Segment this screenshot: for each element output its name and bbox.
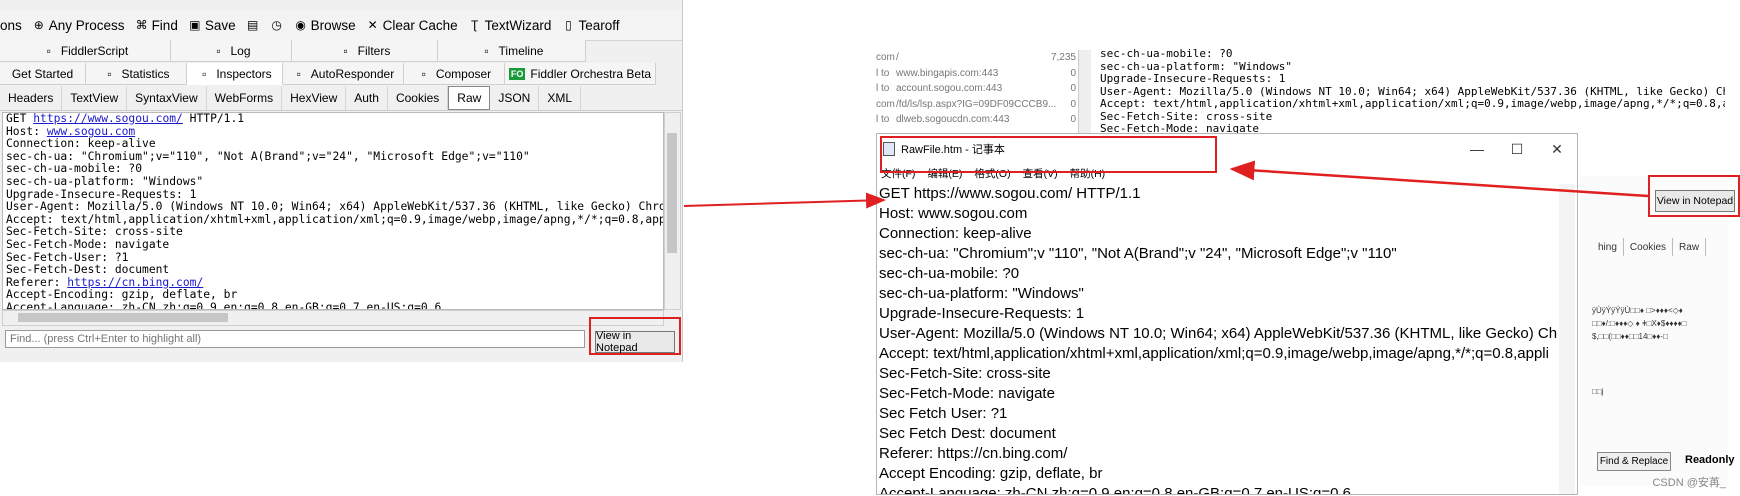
watermark: CSDN @安苒_ [1652,477,1726,489]
arrow-button-to-title [1229,160,1649,198]
arrow-left-to-notepad [683,192,886,209]
annotation-arrows [683,160,1649,209]
